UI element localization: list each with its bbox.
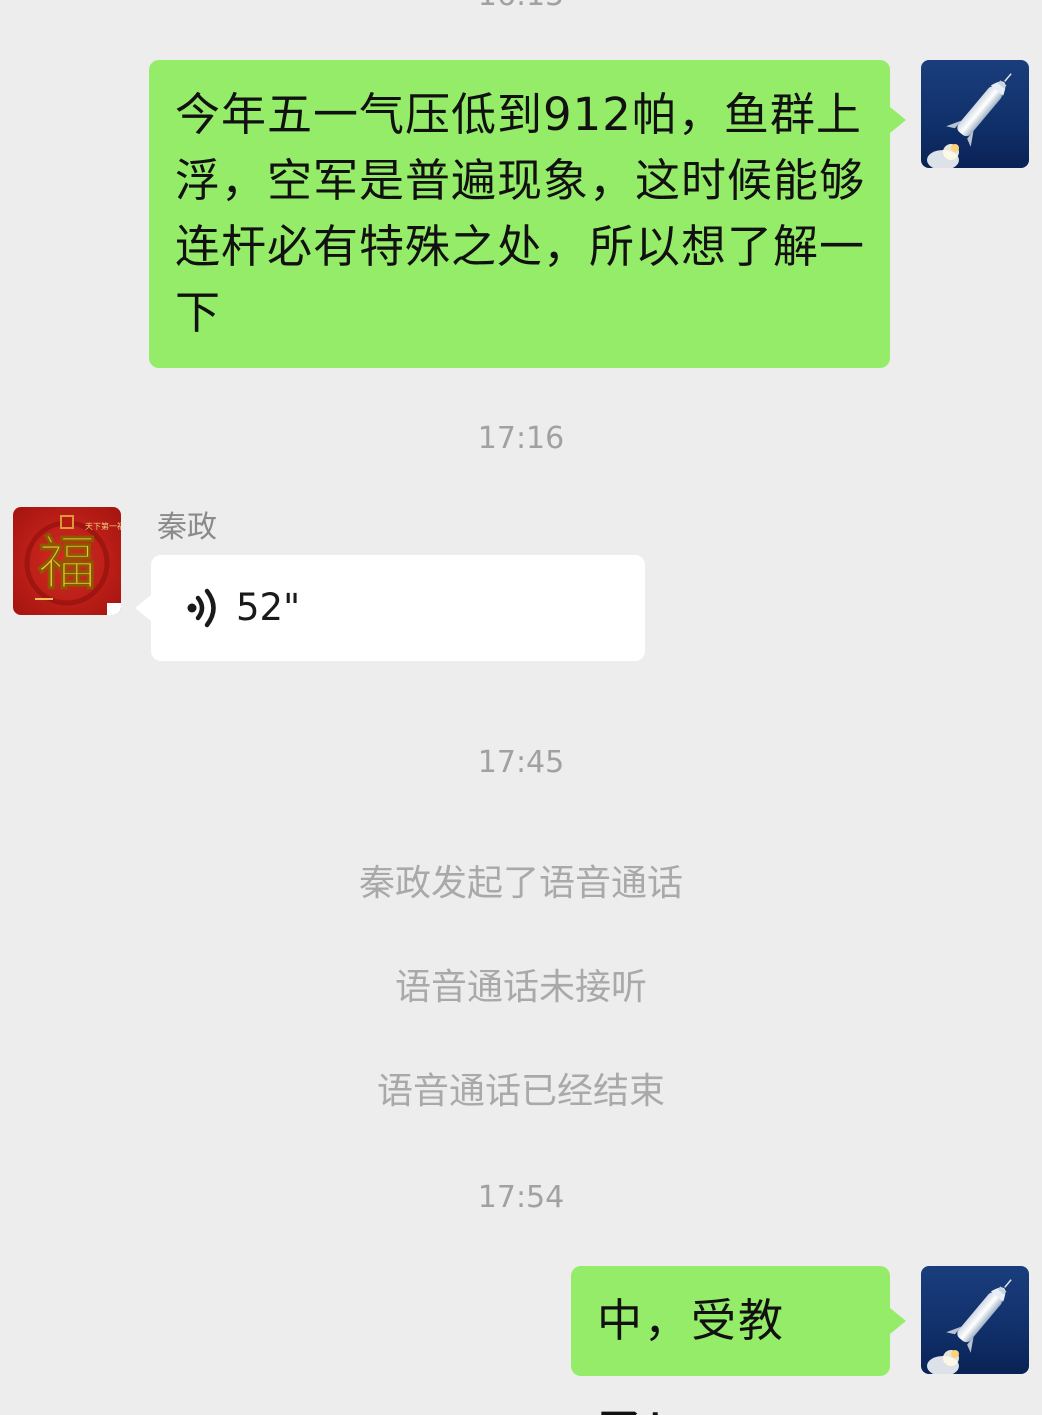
sent-message-bubble[interactable]: 今年五一气压低到912帕，鱼群上浮，空军是普遍现象，这时候能够连杆必有特殊之处，… xyxy=(149,60,890,368)
system-message-call-unanswered: 语音通话未接听 xyxy=(394,967,647,1008)
voice-duration: 52" xyxy=(236,586,301,629)
timestamp: 17:16 xyxy=(477,421,565,456)
bubble-tail xyxy=(890,107,906,133)
sender-name: 秦政 xyxy=(157,510,217,545)
rocket-avatar[interactable] xyxy=(921,60,1029,168)
message-text: 中，受教了！ xyxy=(597,1294,786,1415)
voice-message-bubble[interactable]: 52" xyxy=(151,555,645,661)
svg-text:福: 福 xyxy=(37,529,96,597)
sent-message-bubble[interactable]: 中，受教了！ xyxy=(571,1266,890,1415)
bubble-tail xyxy=(890,1308,906,1334)
timestamp-top: 16:15 xyxy=(0,0,1042,14)
system-message-call-ended: 语音通话已经结束 xyxy=(376,1071,665,1112)
timestamp: 17:45 xyxy=(477,745,565,780)
fu-avatar[interactable]: 福 天下第一福 xyxy=(13,507,121,615)
system-message-call-started: 秦政发起了语音通话 xyxy=(358,863,683,904)
svg-text:天下第一福: 天下第一福 xyxy=(85,521,121,531)
timestamp: 17:54 xyxy=(477,1180,565,1215)
voice-wave-icon xyxy=(187,587,227,629)
chat-area: 16:15 今年五一气压低到912帕，鱼群上浮，空军是普遍现象，这时候能够连杆必… xyxy=(0,0,1042,1415)
bubble-tail xyxy=(135,595,151,621)
message-text: 今年五一气压低到912帕，鱼群上浮，空军是普遍现象，这时候能够连杆必有特殊之处，… xyxy=(175,88,866,339)
rocket-avatar[interactable] xyxy=(921,1266,1029,1374)
